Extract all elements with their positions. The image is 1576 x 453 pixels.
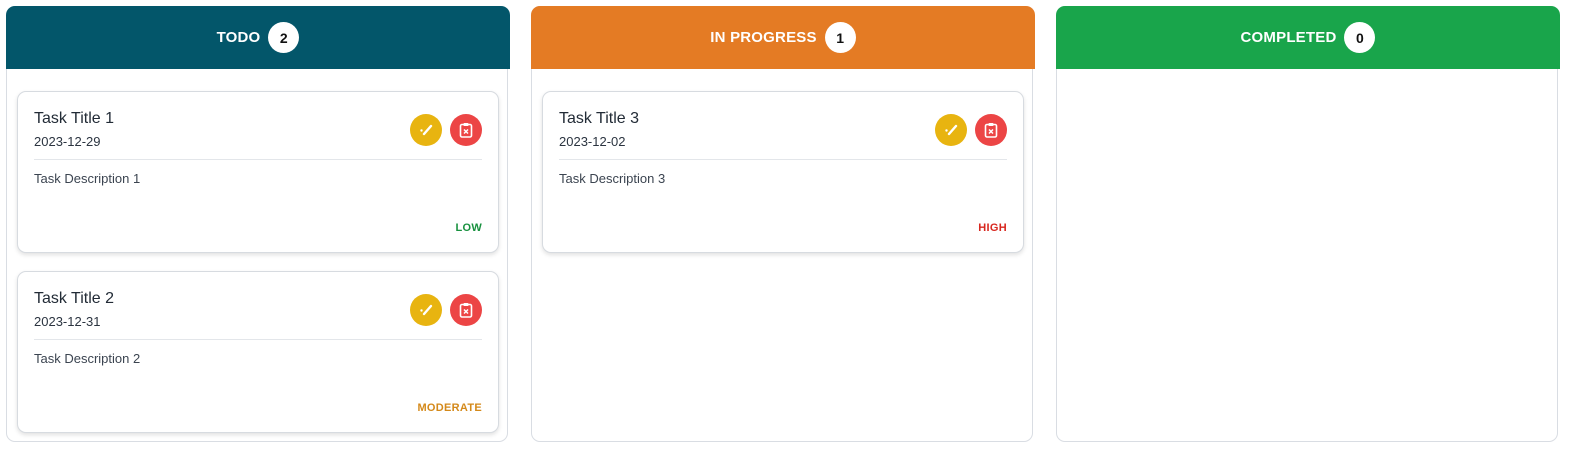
clipboard-x-icon [459,123,473,138]
edit-task-button[interactable] [410,114,442,146]
card-divider [34,339,482,340]
task-date: 2023-12-29 [34,134,101,149]
task-title: Task Title 2 [34,290,115,307]
kanban-board: TODO 2 Task Title 1 2023-12-29 Task Desc… [0,0,1576,453]
task-card[interactable]: Task Title 1 2023-12-29 Task Description… [17,91,499,253]
task-date: 2023-12-31 [34,314,101,329]
clipboard-x-icon [459,303,473,318]
column-title: IN PROGRESS [710,29,817,46]
edit-icon [420,124,433,136]
task-card[interactable]: Task Title 3 2023-12-02 Task Description… [542,91,1024,253]
task-title: Task Title 3 [559,110,640,127]
task-date: 2023-12-02 [559,134,626,149]
task-description: Task Description 1 [34,171,141,186]
column-completed: COMPLETED 0 [1056,6,1560,442]
delete-task-button[interactable] [450,114,482,146]
task-title: Task Title 1 [34,110,115,127]
task-description: Task Description 2 [34,351,141,366]
column-in-progress: IN PROGRESS 1 Task Title 3 2023-12-02 Ta… [531,6,1035,442]
delete-task-button[interactable] [975,114,1007,146]
task-count-badge: 1 [824,22,856,53]
edit-task-button[interactable] [410,294,442,326]
column-header-completed: COMPLETED 0 [1056,6,1560,69]
column-title: TODO [216,29,261,46]
priority-badge: HIGH [978,222,1007,234]
card-divider [34,159,482,160]
column-todo: TODO 2 Task Title 1 2023-12-29 Task Desc… [6,6,510,442]
task-description: Task Description 3 [559,171,666,186]
priority-badge: LOW [455,222,482,234]
delete-task-button[interactable] [450,294,482,326]
task-count-badge: 0 [1344,22,1376,53]
priority-badge: MODERATE [417,402,482,414]
clipboard-x-icon [984,123,998,138]
task-count-badge: 2 [268,22,300,53]
column-header-todo: TODO 2 [6,6,510,69]
card-divider [559,159,1007,160]
edit-icon [945,124,958,136]
column-header-in-progress: IN PROGRESS 1 [531,6,1035,69]
edit-icon [420,304,433,316]
task-card[interactable]: Task Title 2 2023-12-31 Task Description… [17,271,499,433]
column-title: COMPLETED [1240,29,1337,46]
edit-task-button[interactable] [935,114,967,146]
